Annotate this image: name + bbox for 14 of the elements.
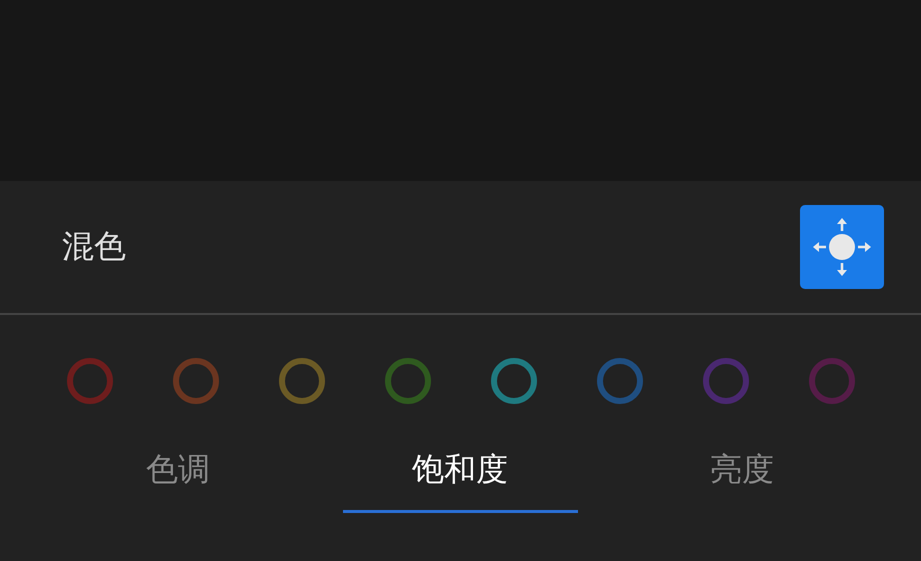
color-ring[interactable] [597, 358, 643, 404]
tab[interactable]: 亮度 [624, 448, 860, 513]
color-ring[interactable] [67, 358, 113, 404]
color-ring[interactable] [173, 358, 219, 404]
move-icon [812, 217, 872, 277]
panel-title: 混色 [62, 226, 126, 267]
color-ring[interactable] [385, 358, 431, 404]
tab[interactable]: 饱和度 [342, 448, 578, 513]
color-ring[interactable] [491, 358, 537, 404]
tab[interactable]: 色调 [60, 448, 296, 513]
color-ring[interactable] [279, 358, 325, 404]
color-ring[interactable] [703, 358, 749, 404]
move-button[interactable] [800, 205, 884, 289]
color-ring[interactable] [809, 358, 855, 404]
